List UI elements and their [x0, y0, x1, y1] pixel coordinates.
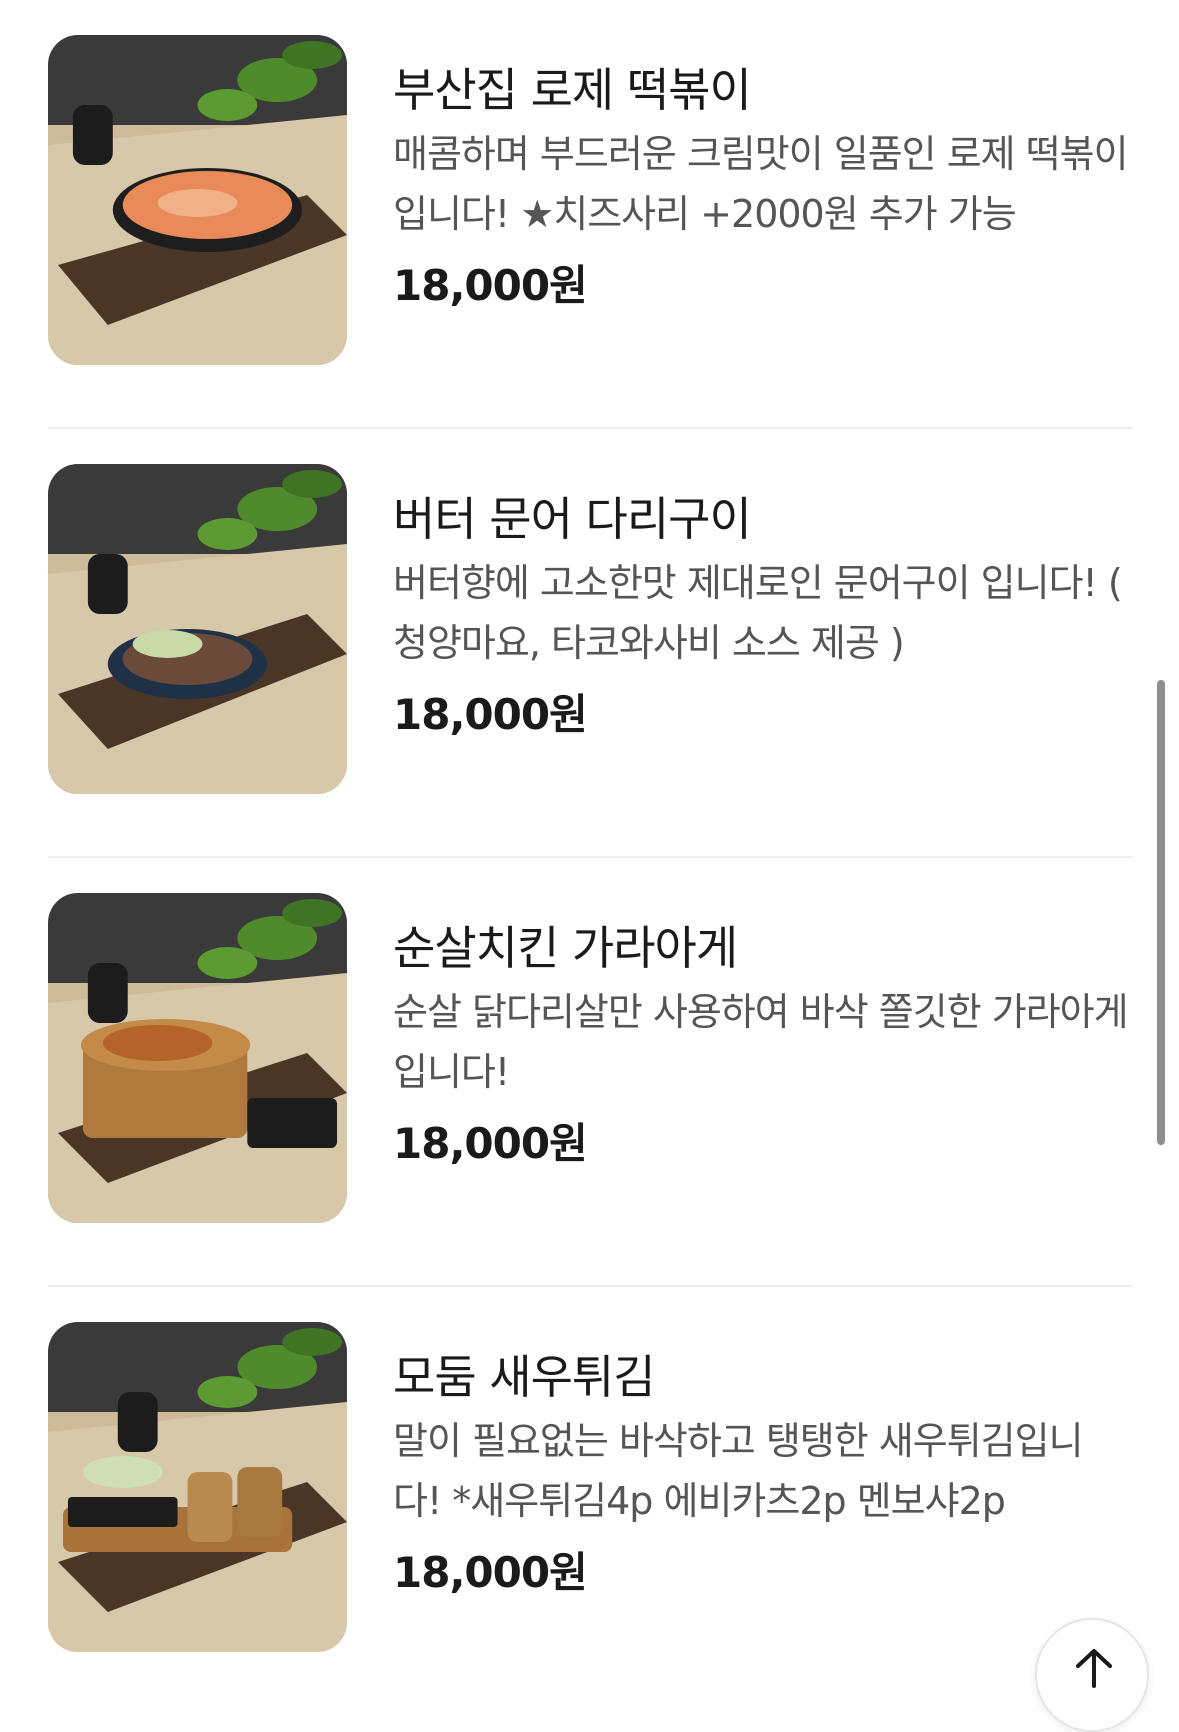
menu-item-name: 부산집 로제 떡볶이 [393, 63, 752, 117]
menu-item-fried-shrimp[interactable]: 모둠 새우튀김 말이 필요없는 바삭하고 탱탱한 새우튀김입니다! *새우튀김4… [48, 1287, 1132, 1716]
menu-item-name: 순살치킨 가라아게 [393, 921, 738, 975]
menu-item-description: 버터향에 고소한맛 제대로인 문어구이 입니다! ( 청양마요, 타코와사비 소… [393, 561, 1123, 665]
menu-item-info: 버터 문어 다리구이 버터향에 고소한맛 제대로인 문어구이 입니다! ( 청양… [393, 489, 1128, 743]
menu-item-price: 18,000원 [393, 690, 588, 739]
menu-item-karaage[interactable]: 순살치킨 가라아게 순살 닭다리살만 사용하여 바삭 쫄깃한 가라아게 입니다!… [48, 858, 1132, 1287]
menu-item-description: 매콤하며 부드러운 크림맛이 일품인 로제 떡볶이 입니다! ★치즈사리 +20… [393, 132, 1128, 236]
menu-item-name: 버터 문어 다리구이 [393, 492, 752, 546]
fried-shrimp-photo [48, 1322, 347, 1652]
arrow-up-icon [1076, 1649, 1112, 1688]
menu-item-price: 18,000원 [393, 261, 588, 310]
menu-item-rose-tteokbokki[interactable]: 부산집 로제 떡볶이 매콤하며 부드러운 크림맛이 일품인 로제 떡볶이 입니다… [48, 0, 1132, 429]
menu-item-info: 순살치킨 가라아게 순살 닭다리살만 사용하여 바삭 쫄깃한 가라아게 입니다!… [393, 918, 1128, 1172]
menu-list: 부산집 로제 떡볶이 매콤하며 부드러운 크림맛이 일품인 로제 떡볶이 입니다… [48, 0, 1132, 1716]
menu-item-description: 말이 필요없는 바삭하고 탱탱한 새우튀김입니다! *새우튀김4p 에비카츠2p… [393, 1419, 1084, 1523]
vertical-scrollbar[interactable] [1157, 680, 1165, 1145]
menu-item-description: 순살 닭다리살만 사용하여 바삭 쫄깃한 가라아게 입니다! [393, 990, 1128, 1094]
menu-item-butter-octopus[interactable]: 버터 문어 다리구이 버터향에 고소한맛 제대로인 문어구이 입니다! ( 청양… [48, 429, 1132, 858]
menu-item-price: 18,000원 [393, 1548, 588, 1597]
rose-tteokbokki-photo [48, 35, 347, 365]
menu-item-price: 18,000원 [393, 1119, 588, 1168]
scroll-to-top-button[interactable] [1035, 1618, 1149, 1732]
karaage-photo [48, 893, 347, 1223]
menu-item-name: 모둠 새우튀김 [393, 1350, 656, 1404]
menu-item-info: 모둠 새우튀김 말이 필요없는 바삭하고 탱탱한 새우튀김입니다! *새우튀김4… [393, 1347, 1128, 1601]
menu-item-info: 부산집 로제 떡볶이 매콤하며 부드러운 크림맛이 일품인 로제 떡볶이 입니다… [393, 60, 1128, 314]
butter-octopus-photo [48, 464, 347, 794]
